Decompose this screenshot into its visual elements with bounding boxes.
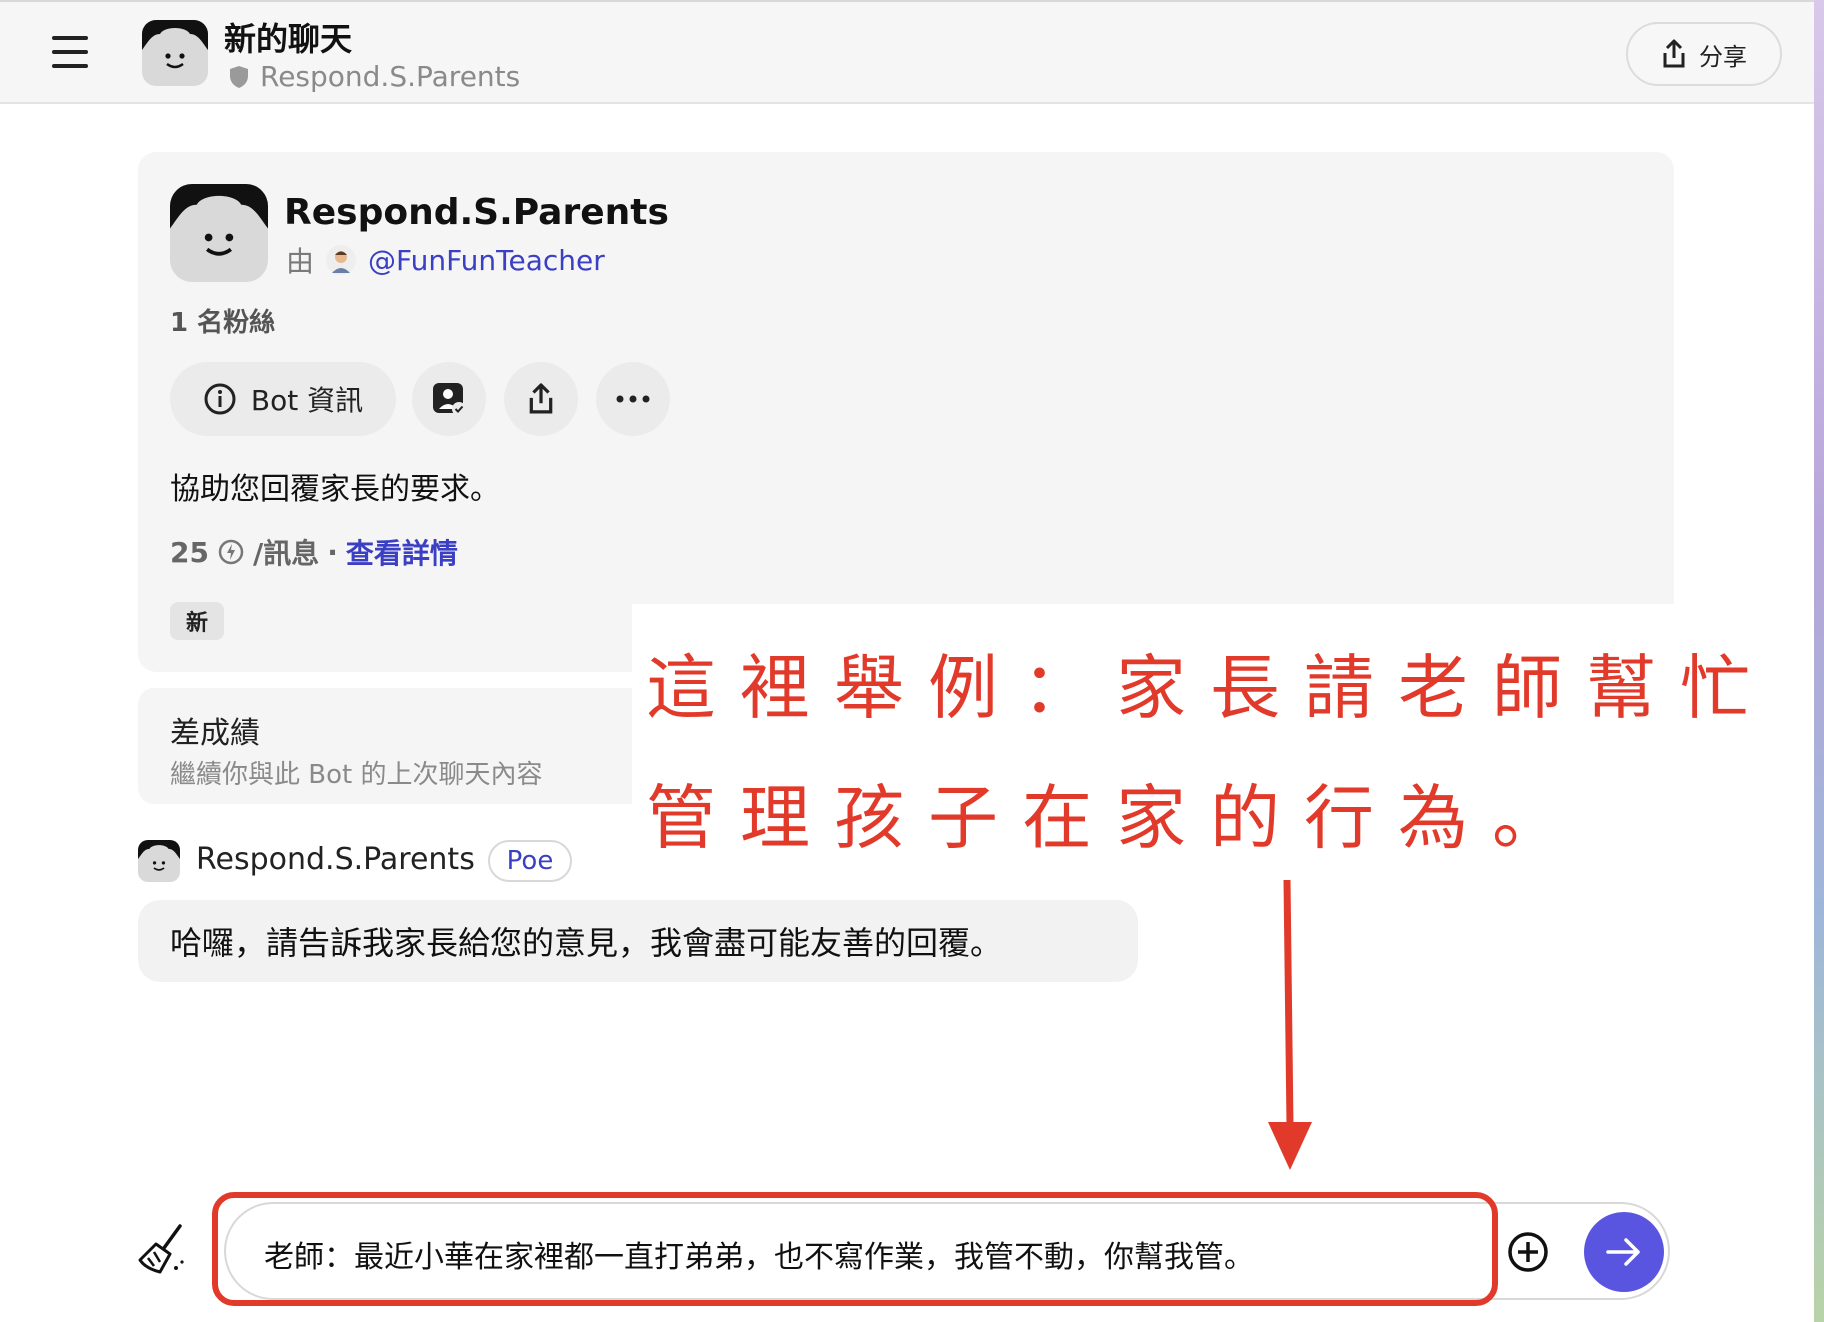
share-icon xyxy=(1663,39,1685,68)
bot-avatar[interactable] xyxy=(142,20,208,86)
clear-context-broom-icon[interactable] xyxy=(136,1224,188,1276)
header-bot-link[interactable]: Respond.S.Parents xyxy=(228,60,520,93)
bot-name: Respond.S.Parents xyxy=(284,192,669,233)
bot-info-button[interactable]: Bot 資訊 xyxy=(170,362,396,436)
follower-count: 1 名粉絲 xyxy=(170,308,276,338)
share-label: 分享 xyxy=(1699,42,1747,71)
annotation-highlight-box xyxy=(212,1192,1498,1306)
more-options-button[interactable] xyxy=(596,362,670,436)
annotation-text-line-1: 這裡舉例：家長請老師幫忙 xyxy=(646,647,1774,729)
arrow-right-icon xyxy=(1606,1238,1640,1266)
price-line: 25 /訊息 · 查看詳情 xyxy=(170,532,458,572)
message-sender-name[interactable]: Respond.S.Parents xyxy=(196,842,475,877)
price-separator: · xyxy=(327,535,338,569)
creator-avatar-icon xyxy=(326,245,357,275)
bot-info-label: Bot 資訊 xyxy=(250,384,364,417)
share-bot-button[interactable] xyxy=(504,362,578,436)
bot-avatar-large xyxy=(170,184,268,282)
previous-chat-subtitle: 繼續你與此 Bot 的上次聊天內容 xyxy=(170,760,543,790)
by-label: 由 xyxy=(286,245,315,278)
share-button[interactable]: 分享 xyxy=(1626,22,1782,86)
poe-badge: Poe xyxy=(488,840,572,882)
view-details-link[interactable]: 查看詳情 xyxy=(346,532,458,572)
message-bot-avatar[interactable] xyxy=(138,840,180,882)
user-check-icon xyxy=(433,383,466,416)
menu-icon[interactable] xyxy=(50,32,90,72)
send-button[interactable] xyxy=(1584,1212,1664,1292)
more-icon xyxy=(616,395,650,403)
compute-points-icon xyxy=(218,539,244,565)
price-value: 25 xyxy=(170,535,209,569)
top-bar: 新的聊天 Respond.S.Parents 分享 xyxy=(0,0,1814,104)
creator-line: 由 @FunFunTeacher xyxy=(286,240,605,280)
creator-handle-link[interactable]: @FunFunTeacher xyxy=(368,244,605,277)
bot-message-bubble: 哈囉，請告訴我家長給您的意見，我會盡可能友善的回覆。 xyxy=(138,900,1138,982)
add-attachment-icon[interactable] xyxy=(1506,1230,1550,1274)
info-icon xyxy=(204,383,236,415)
new-tag: 新 xyxy=(170,602,224,640)
price-unit: /訊息 xyxy=(252,537,320,570)
chat-title: 新的聊天 xyxy=(224,20,353,58)
bot-description: 協助您回覆家長的要求。 xyxy=(170,472,500,507)
previous-chat-title: 差成績 xyxy=(170,716,260,751)
share-icon xyxy=(529,383,553,414)
header-bot-name: Respond.S.Parents xyxy=(260,60,521,93)
follow-bot-button[interactable] xyxy=(412,362,486,436)
shield-icon xyxy=(230,65,248,88)
annotation-arrow-icon xyxy=(1268,879,1312,1170)
window-edge-strip xyxy=(1814,0,1824,1322)
bot-message-text: 哈囉，請告訴我家長給您的意見，我會盡可能友善的回覆。 xyxy=(170,924,1003,962)
annotation-text-line-2: 管理孩子在家的行為。 xyxy=(646,777,1586,859)
